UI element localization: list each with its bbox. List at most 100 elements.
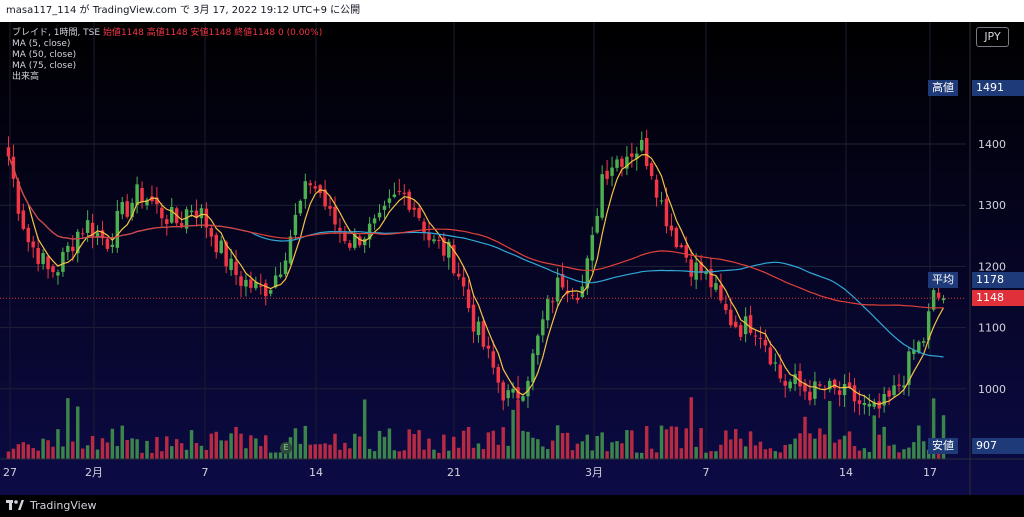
- volume-bar: [66, 398, 70, 459]
- volume-bar: [506, 445, 510, 459]
- volume-bar: [669, 426, 674, 459]
- candle-body: [837, 390, 842, 395]
- volume-bar: [664, 429, 669, 459]
- candle-body: [234, 261, 238, 275]
- candle-body: [170, 207, 174, 223]
- volume-bar: [249, 435, 253, 459]
- volume-bar: [338, 449, 342, 459]
- volume-bar: [768, 448, 773, 459]
- tradingview-logo[interactable]: TradingView: [6, 495, 96, 517]
- volume-bar: [407, 429, 411, 459]
- volume-bar: [471, 447, 476, 459]
- candle-body: [407, 191, 411, 210]
- symbol-label: ブレイド, 1時間, TSE: [12, 28, 101, 38]
- candle-body: [377, 212, 382, 218]
- volume-bar: [922, 441, 926, 459]
- volume-bar: [348, 448, 352, 459]
- volume-bar: [31, 448, 35, 459]
- candle-body: [649, 163, 654, 177]
- ma5-line: [7, 153, 945, 405]
- candle-body: [481, 321, 486, 347]
- volume-bar: [184, 449, 189, 459]
- current-price-value: 1148: [972, 290, 1024, 306]
- candle-body: [570, 294, 575, 296]
- time-tick-label: 21: [447, 466, 461, 479]
- candle-body: [348, 242, 352, 248]
- candle-body: [758, 337, 763, 339]
- volume-bar: [100, 438, 105, 459]
- candle-body: [115, 210, 120, 248]
- candle-body: [788, 381, 792, 389]
- candle-body: [219, 240, 223, 253]
- volume-bar: [823, 434, 827, 459]
- volume-bar: [219, 440, 223, 459]
- volume-bar: [689, 397, 693, 459]
- candle-body: [763, 339, 768, 346]
- candle-body: [268, 290, 273, 294]
- candle-body: [615, 159, 619, 168]
- candle-body: [679, 245, 684, 248]
- earnings-icon[interactable]: E: [280, 442, 292, 454]
- price-chart[interactable]: 1000110012001300140027 2月 7 14 21 3月 7 14 17: [0, 22, 1024, 495]
- volume-bar: [654, 452, 659, 459]
- volume-bar: [90, 435, 95, 459]
- volume-bar: [887, 445, 891, 459]
- volume-bar: [862, 448, 867, 459]
- chart-area[interactable]: 1000 1100 1200 1300 1400 27 2月 7 14 21 3月 7 14 17 ブレイ…: [0, 22, 1024, 495]
- candle-body: [259, 285, 263, 287]
- candle-body: [298, 200, 303, 214]
- candle-body: [922, 341, 926, 343]
- candle-body: [308, 183, 312, 186]
- volume-bar: [174, 439, 179, 459]
- candle-body: [6, 147, 11, 157]
- volume-bar: [808, 433, 812, 459]
- price-tick-label: 1100: [978, 322, 1006, 335]
- volume-bar: [26, 444, 30, 459]
- volume-bar: [917, 425, 921, 459]
- volume-bar: [630, 430, 634, 459]
- candle-body: [125, 201, 129, 217]
- candle-body: [689, 259, 693, 277]
- footer: TradingView: [0, 495, 1024, 517]
- volume-bar: [234, 426, 238, 459]
- candle-body: [427, 233, 431, 241]
- candle-body: [897, 384, 901, 386]
- candle-body: [531, 353, 535, 383]
- candle-body: [264, 283, 268, 297]
- legend-volume[interactable]: 出来高: [12, 72, 322, 83]
- ohlc-values: 始値1148 高値1148 安値1148 終値1148 0 (0.00%): [102, 28, 323, 38]
- candle-body: [56, 272, 60, 276]
- volume-bar: [140, 452, 144, 459]
- volume-bar: [61, 446, 65, 459]
- volume-bar: [763, 449, 768, 459]
- candle-body: [630, 153, 634, 157]
- volume-bar: [610, 442, 614, 459]
- volume-bar: [798, 433, 802, 459]
- candle-body: [724, 304, 728, 311]
- volume-bar: [452, 436, 456, 459]
- legend-ma50[interactable]: MA (50, close): [12, 50, 322, 61]
- currency-button[interactable]: JPY: [976, 27, 1009, 47]
- candle-body: [105, 239, 110, 249]
- volume-bar: [259, 446, 263, 459]
- volume-bar: [912, 442, 916, 459]
- candle-body: [66, 245, 70, 252]
- volume-bar: [422, 449, 426, 459]
- candle-body: [521, 396, 525, 401]
- volume-bar: [80, 448, 85, 459]
- legend-ma5[interactable]: MA (5, close): [12, 39, 322, 50]
- volume-bar: [778, 452, 782, 459]
- volume-bar: [813, 438, 817, 459]
- candle-body: [278, 274, 283, 277]
- volume-bar: [179, 443, 184, 459]
- volume-bar: [150, 452, 154, 459]
- candle-body: [412, 207, 416, 210]
- candle-body: [778, 364, 782, 379]
- candle-body: [857, 400, 862, 404]
- volume-bar: [649, 448, 654, 459]
- candle-body: [892, 385, 896, 396]
- volume-bar: [120, 425, 124, 459]
- volume-bar: [115, 446, 120, 459]
- legend-ma75[interactable]: MA (75, close): [12, 61, 322, 72]
- candle-body: [813, 381, 817, 399]
